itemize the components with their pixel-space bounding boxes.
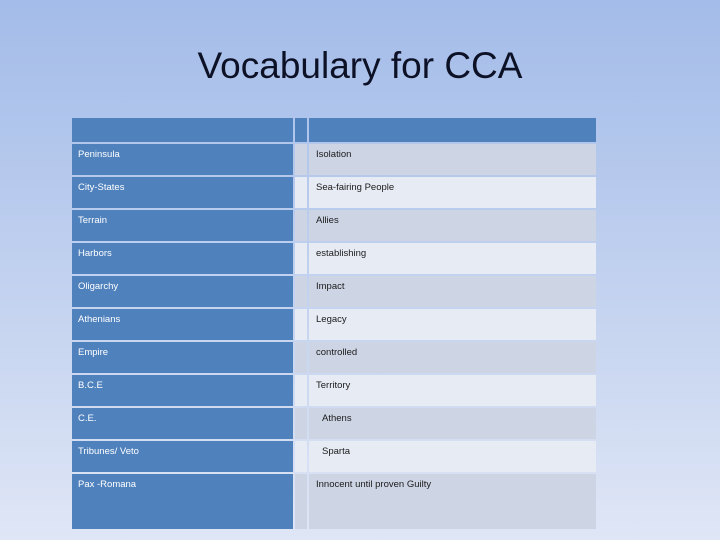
spacer-cell [295, 144, 307, 175]
term-cell: Pax -Romana [72, 474, 293, 529]
vocabulary-table: Peninsula Isolation City-States Sea-fair… [70, 116, 598, 531]
definition-cell: Territory [309, 375, 596, 406]
table-row[interactable]: C.E. Athens [72, 408, 596, 439]
term-cell: B.C.E [72, 375, 293, 406]
definition-cell: Legacy [309, 309, 596, 340]
definition-cell: controlled [309, 342, 596, 373]
term-cell: City-States [72, 177, 293, 208]
term-cell: Empire [72, 342, 293, 373]
term-cell: Oligarchy [72, 276, 293, 307]
table-header-row [72, 118, 596, 142]
definition-cell: Impact [309, 276, 596, 307]
definition-cell: establishing [309, 243, 596, 274]
table-row[interactable]: Peninsula Isolation [72, 144, 596, 175]
spacer-cell [295, 441, 307, 472]
definition-cell: Sea-fairing People [309, 177, 596, 208]
table-row[interactable]: Pax -Romana Innocent until proven Guilty [72, 474, 596, 529]
spacer-cell [295, 309, 307, 340]
term-cell: Athenians [72, 309, 293, 340]
header-cell-term [72, 118, 293, 142]
page-title: Vocabulary for CCA [197, 45, 523, 86]
table-row[interactable]: B.C.E Territory [72, 375, 596, 406]
table-row[interactable]: Empire controlled [72, 342, 596, 373]
table-row[interactable]: Terrain Allies [72, 210, 596, 241]
spacer-cell [295, 243, 307, 274]
term-cell: Tribunes/ Veto [72, 441, 293, 472]
table-row[interactable]: Oligarchy Impact [72, 276, 596, 307]
table-row[interactable]: Harbors establishing [72, 243, 596, 274]
definition-cell: Innocent until proven Guilty [309, 474, 596, 529]
table-row[interactable]: Tribunes/ Veto Sparta [72, 441, 596, 472]
spacer-cell [295, 474, 307, 529]
slide-canvas: Vocabulary for CCA Peninsula Isolation C… [0, 0, 720, 540]
table-row[interactable]: Athenians Legacy [72, 309, 596, 340]
spacer-cell [295, 276, 307, 307]
term-cell: C.E. [72, 408, 293, 439]
header-cell-definition [309, 118, 596, 142]
term-cell: Terrain [72, 210, 293, 241]
term-cell: Harbors [72, 243, 293, 274]
spacer-cell [295, 342, 307, 373]
spacer-cell [295, 408, 307, 439]
definition-cell: Allies [309, 210, 596, 241]
definition-cell: Isolation [309, 144, 596, 175]
spacer-cell [295, 375, 307, 406]
table-row[interactable]: City-States Sea-fairing People [72, 177, 596, 208]
header-cell-gap [295, 118, 307, 142]
spacer-cell [295, 177, 307, 208]
spacer-cell [295, 210, 307, 241]
definition-cell: Sparta [309, 441, 596, 472]
term-cell: Peninsula [72, 144, 293, 175]
definition-cell: Athens [309, 408, 596, 439]
